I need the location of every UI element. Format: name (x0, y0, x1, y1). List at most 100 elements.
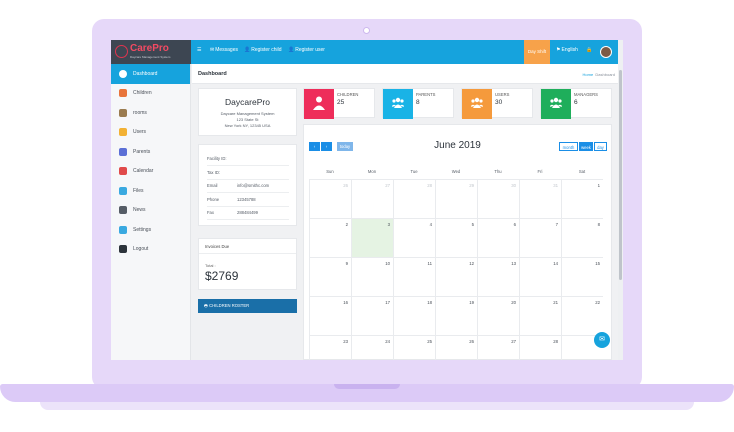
scrollbar[interactable] (618, 40, 623, 360)
calendar-day[interactable]: 23 (309, 335, 351, 360)
view-week-button[interactable]: week (579, 142, 593, 151)
topbar-register-child[interactable]: 👤Register child (244, 47, 282, 53)
calendar-day[interactable]: 26 (435, 335, 477, 360)
sidebar-item-rooms[interactable]: rooms (111, 103, 190, 123)
top-navbar: CarePro Daycare Management System ☰ ✉Mes… (111, 40, 623, 64)
day-number: 1 (597, 183, 600, 188)
sidebar-item-calendar[interactable]: Calendar (111, 162, 190, 182)
stat-card-users[interactable]: USERS 30 (461, 88, 533, 119)
day-number: 5 (471, 222, 474, 227)
view-day-button[interactable]: day (594, 142, 607, 151)
calendar-day[interactable]: 24 (351, 335, 393, 360)
calendar-day[interactable]: 10 (351, 257, 393, 296)
weekday-header: Wed (451, 169, 461, 174)
day-number: 8 (597, 222, 600, 227)
sidebar: Dashboard Children rooms Users Parents Calend… (111, 64, 191, 360)
calendar-day[interactable]: 6 (477, 218, 519, 257)
avatar[interactable] (600, 46, 612, 58)
stat-card-parents[interactable]: PARENTS 8 (382, 88, 454, 119)
lock-icon[interactable]: 🔒 (586, 47, 592, 53)
calendar-day[interactable]: 21 (519, 296, 561, 335)
calendar-day[interactable]: 28 (519, 335, 561, 360)
calendar-day[interactable]: 31 (519, 179, 561, 218)
rooms-icon (119, 108, 127, 117)
language-selector[interactable]: ⚑English (556, 47, 578, 53)
topbar-register-user[interactable]: 👤Register user (288, 47, 325, 53)
calendar-day[interactable]: 2 (309, 218, 351, 257)
calendar-day-today[interactable]: 3 (351, 218, 393, 257)
sidebar-item-dashboard[interactable]: Dashboard (111, 64, 190, 84)
chat-icon[interactable]: ✉ (594, 332, 610, 348)
day-number: 31 (553, 183, 558, 188)
calendar-day[interactable]: 9 (309, 257, 351, 296)
calendar-day[interactable]: 11 (393, 257, 435, 296)
hamburger-icon[interactable]: ☰ (197, 47, 201, 53)
calendar-day[interactable]: 5 (435, 218, 477, 257)
calendar-day[interactable]: 15 (561, 257, 603, 296)
sidebar-item-label: Parents (133, 148, 151, 155)
children-icon (119, 89, 127, 98)
day-number: 13 (511, 261, 516, 266)
calendar-day[interactable]: 16 (309, 296, 351, 335)
view-month-button[interactable]: month (559, 142, 578, 151)
stat-icon-box (383, 89, 413, 119)
day-number: 18 (427, 300, 432, 305)
logo-icon (115, 45, 128, 58)
day-number: 9 (345, 261, 348, 266)
facility-info-label: Phone (207, 196, 220, 202)
print-icon: 🖶 (204, 303, 208, 308)
topbar-messages[interactable]: ✉Messages (210, 47, 238, 53)
calendar-day[interactable]: 29 (435, 179, 477, 218)
calendar-day[interactable]: 22 (561, 296, 603, 335)
children-roster-label: CHILDREN ROSTER (209, 303, 250, 308)
sidebar-item-logout[interactable]: Logout (111, 240, 190, 260)
stat-card-managers[interactable]: MANAGERS 6 (540, 88, 612, 119)
calendar-day[interactable]: 27 (477, 335, 519, 360)
calendar-day[interactable]: 26 (309, 179, 351, 218)
page-title: Dashboard (198, 71, 227, 77)
stat-label: MANAGERS (574, 92, 598, 97)
calendar-day[interactable]: 7 (519, 218, 561, 257)
scrollbar-thumb[interactable] (619, 70, 622, 280)
calendar-day[interactable]: 20 (477, 296, 519, 335)
user-plus-icon: 👤 (288, 47, 295, 53)
calendar-day[interactable]: 17 (351, 296, 393, 335)
sidebar-item-children[interactable]: Children (111, 84, 190, 104)
day-number: 26 (469, 339, 474, 344)
calendar-day[interactable]: 13 (477, 257, 519, 296)
users-icon (119, 128, 127, 137)
calendar-day[interactable]: 4 (393, 218, 435, 257)
breadcrumb-home[interactable]: Home (583, 72, 594, 77)
calendar-day[interactable]: 14 (519, 257, 561, 296)
facility-info-value: info@smithc.com (237, 183, 270, 188)
sidebar-item-news[interactable]: News (111, 201, 190, 221)
calendar-day[interactable]: 8 (561, 218, 603, 257)
sidebar-item-parents[interactable]: Parents (111, 142, 190, 162)
calendar-day[interactable]: 30 (477, 179, 519, 218)
sidebar-item-label: Logout (133, 246, 149, 253)
brand-logo[interactable]: CarePro Daycare Management System (111, 40, 191, 64)
calendar-day[interactable]: 1 (561, 179, 603, 218)
sidebar-item-files[interactable]: Files (111, 181, 190, 201)
calendar-day[interactable]: 28 (393, 179, 435, 218)
stat-icon-box (304, 89, 334, 119)
calendar-day[interactable]: 25 (393, 335, 435, 360)
weekday-header: Sat (578, 169, 586, 174)
sidebar-item-label: Calendar (133, 168, 154, 175)
stat-card-children[interactable]: CHILDREN 25 (303, 88, 375, 119)
calendar-day[interactable]: 18 (393, 296, 435, 335)
shift-badge[interactable]: Day Shift (524, 40, 550, 64)
day-number: 15 (595, 261, 600, 266)
facility-address-line2: New York NY, 12345 USA (224, 123, 271, 128)
app-screen: CarePro Daycare Management System ☰ ✉Mes… (111, 40, 623, 360)
day-number: 30 (511, 183, 516, 188)
sidebar-item-settings[interactable]: Settings (111, 220, 190, 240)
calendar-day[interactable]: 19 (435, 296, 477, 335)
calendar-day[interactable]: 12 (435, 257, 477, 296)
sidebar-item-users[interactable]: Users (111, 123, 190, 143)
stat-label: PARENTS (416, 92, 436, 97)
weekday-header: Tue (410, 169, 418, 174)
day-number: 21 (553, 300, 558, 305)
calendar-day[interactable]: 27 (351, 179, 393, 218)
children-roster-button[interactable]: 🖶 CHILDREN ROSTER (198, 299, 297, 313)
